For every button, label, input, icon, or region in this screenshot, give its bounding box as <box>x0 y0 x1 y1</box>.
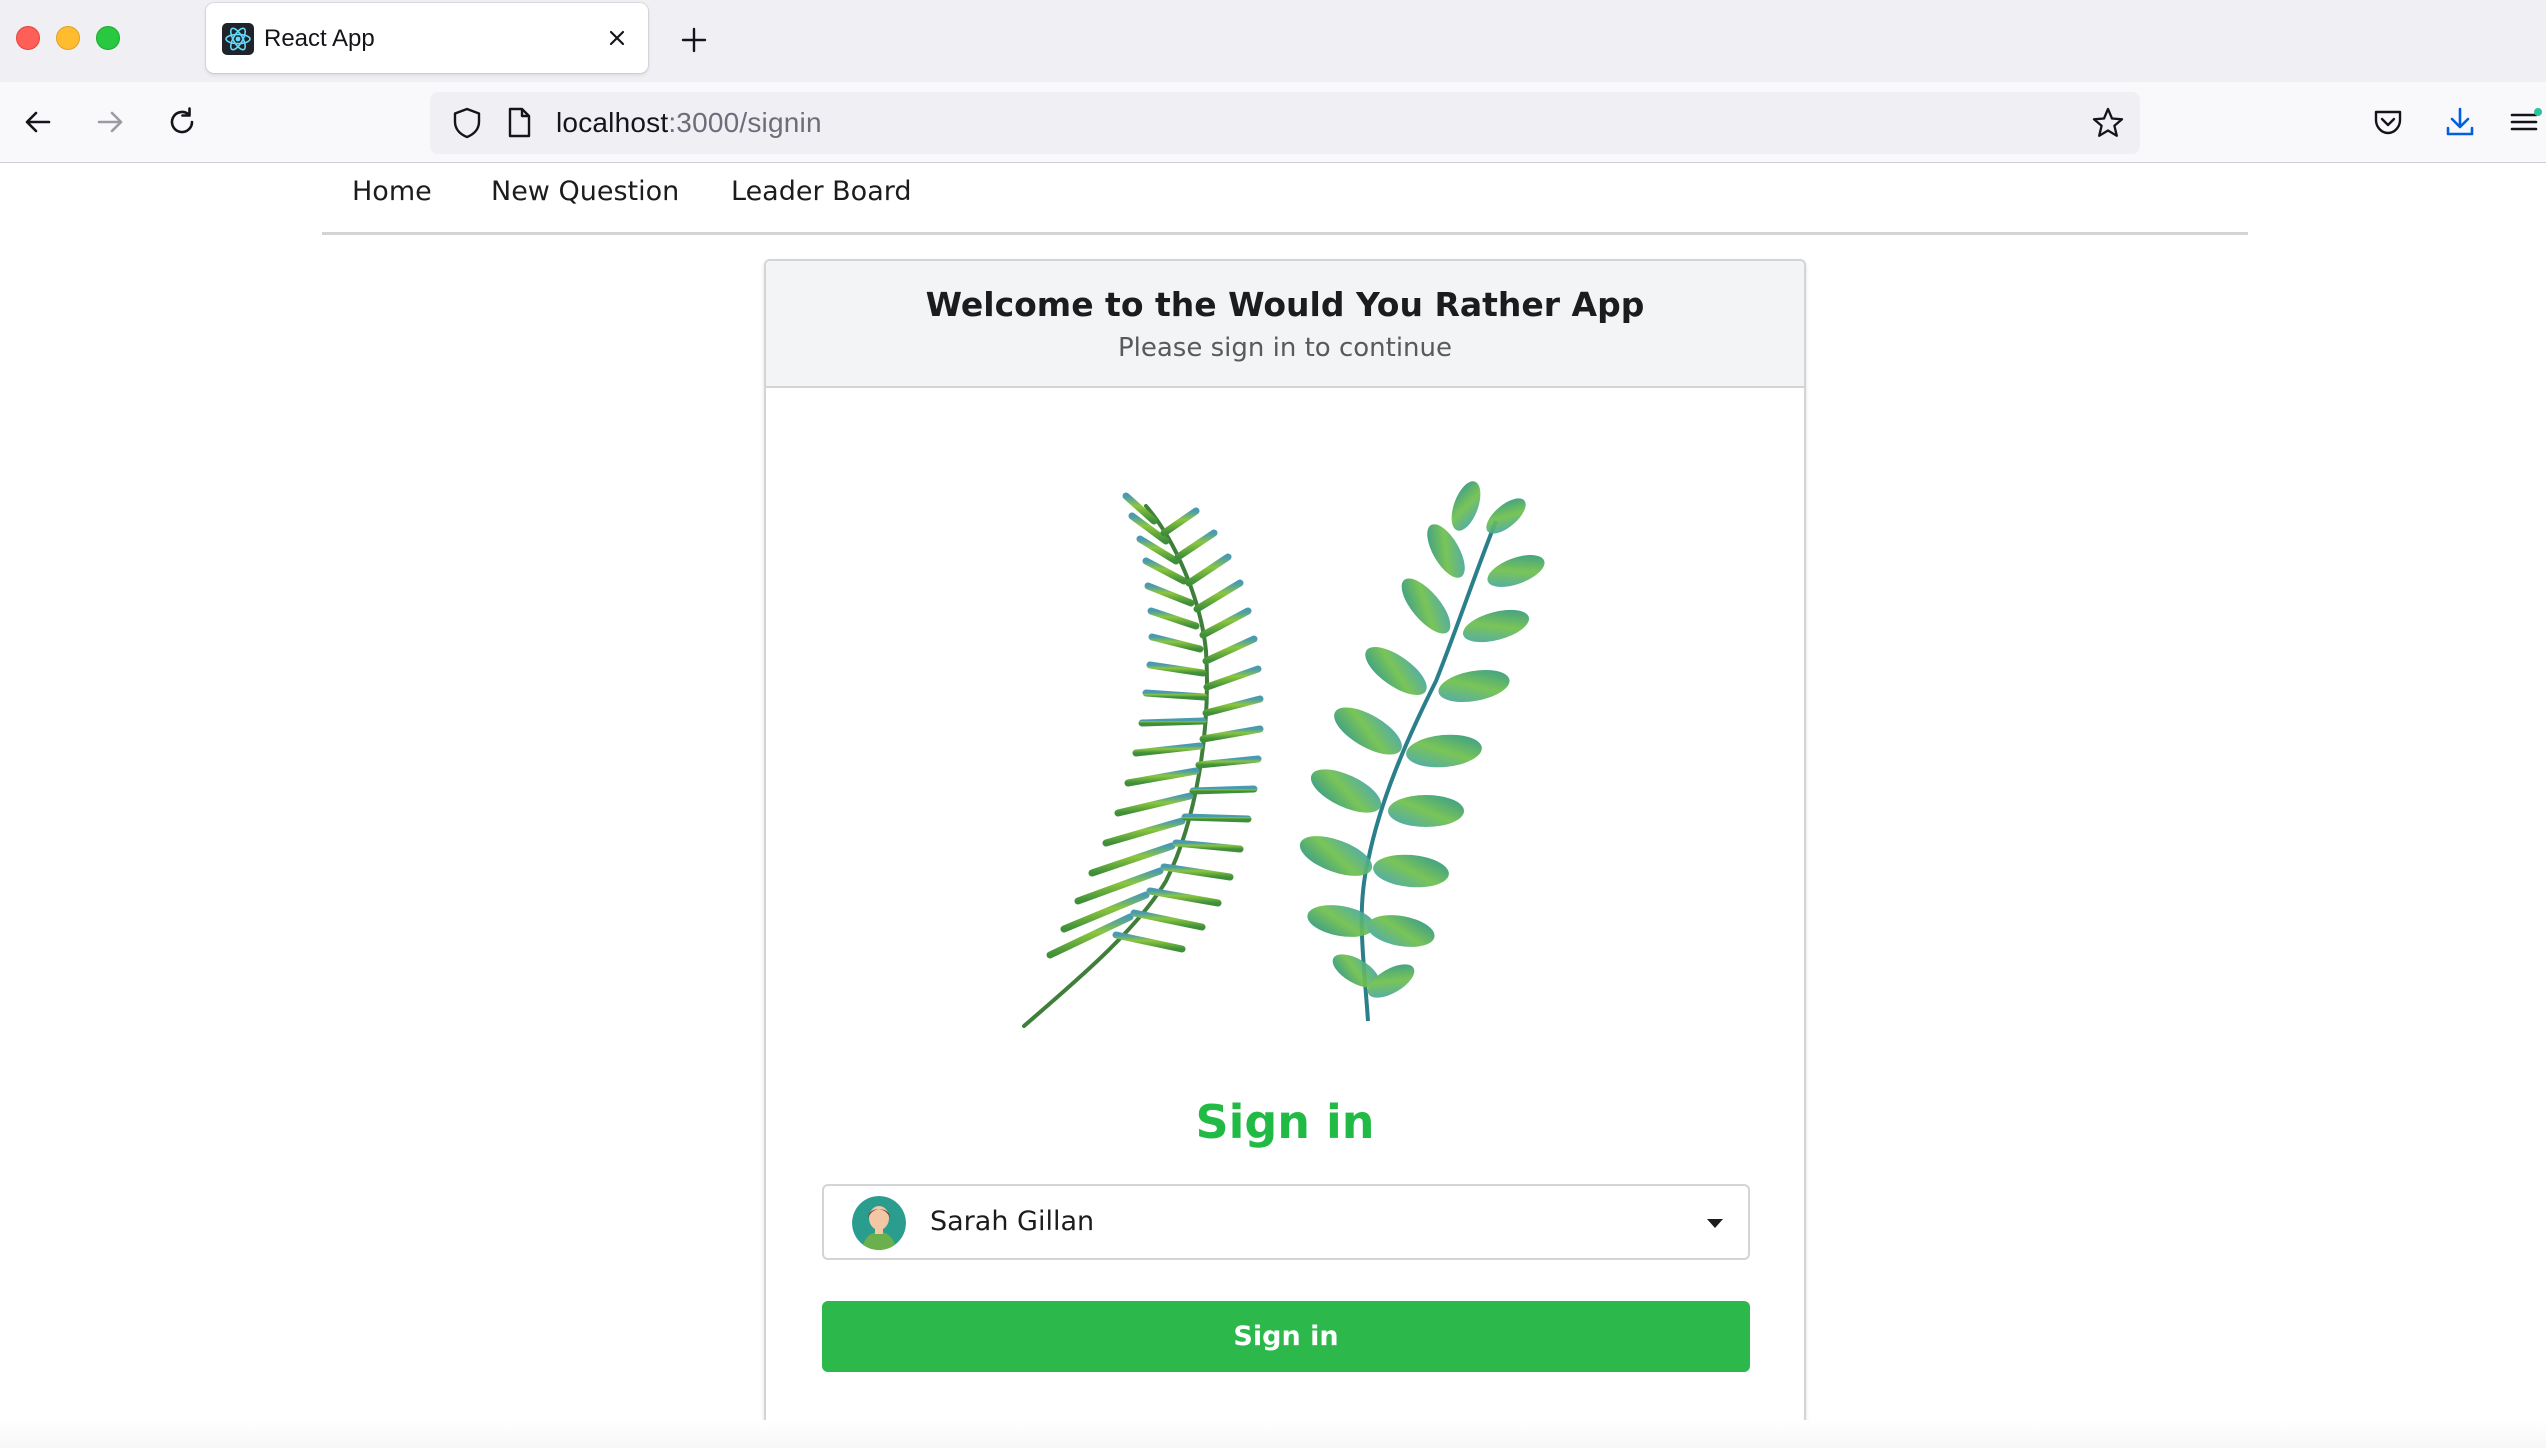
url-host: localhost <box>556 107 669 138</box>
close-icon[interactable] <box>600 21 634 55</box>
signin-card: Welcome to the Would You Rather App Plea… <box>764 259 1806 1429</box>
url-bar[interactable]: localhost:3000/signin <box>430 92 2140 154</box>
user-select-dropdown[interactable]: Sarah Gillan <box>822 1184 1750 1260</box>
forward-icon[interactable] <box>86 98 134 146</box>
card-header: Welcome to the Would You Rather App Plea… <box>766 261 1804 388</box>
signin-heading: Sign in <box>1195 1095 1375 1149</box>
menu-icon[interactable] <box>2498 98 2546 146</box>
tab-title: React App <box>264 25 375 52</box>
dropdown-caret-icon[interactable] <box>1706 1216 1724 1230</box>
star-icon[interactable] <box>2090 105 2126 141</box>
download-icon[interactable] <box>2436 98 2484 146</box>
pocket-icon[interactable] <box>2364 98 2412 146</box>
react-icon <box>222 23 254 55</box>
app-nav-menu: Home New Question Leader Board <box>322 162 2248 235</box>
fern-leaf <box>1022 492 1264 1028</box>
window-zoom-button[interactable] <box>96 26 120 50</box>
window-close-button[interactable] <box>16 26 40 50</box>
browser-tab-strip: React App <box>0 0 2546 82</box>
nav-item-leader-board[interactable]: Leader Board <box>731 176 912 207</box>
url-text[interactable]: localhost:3000/signin <box>556 107 822 139</box>
browser-tab[interactable]: React App <box>206 3 648 73</box>
reload-icon[interactable] <box>158 98 206 146</box>
avatar <box>852 1196 906 1250</box>
window-minimize-button[interactable] <box>56 26 80 50</box>
eucalyptus-branch <box>1299 481 1545 1022</box>
card-title: Welcome to the Would You Rather App <box>925 285 1645 324</box>
nav-item-new-question[interactable]: New Question <box>491 176 679 207</box>
signin-button[interactable]: Sign in <box>822 1301 1750 1372</box>
bottom-fade <box>0 1420 2546 1448</box>
plus-icon[interactable] <box>674 20 714 60</box>
url-path: :3000/signin <box>668 107 822 138</box>
nav-item-home[interactable]: Home <box>352 176 432 207</box>
shield-icon[interactable] <box>450 106 484 140</box>
select-value: Sarah Gillan <box>930 1206 1095 1237</box>
page-icon[interactable] <box>502 106 536 140</box>
browser-toolbar: localhost:3000/signin <box>0 82 2546 163</box>
leaves-illustration <box>1022 481 1545 1028</box>
card-subtitle: Please sign in to continue <box>1117 333 1453 363</box>
back-icon[interactable] <box>14 98 62 146</box>
